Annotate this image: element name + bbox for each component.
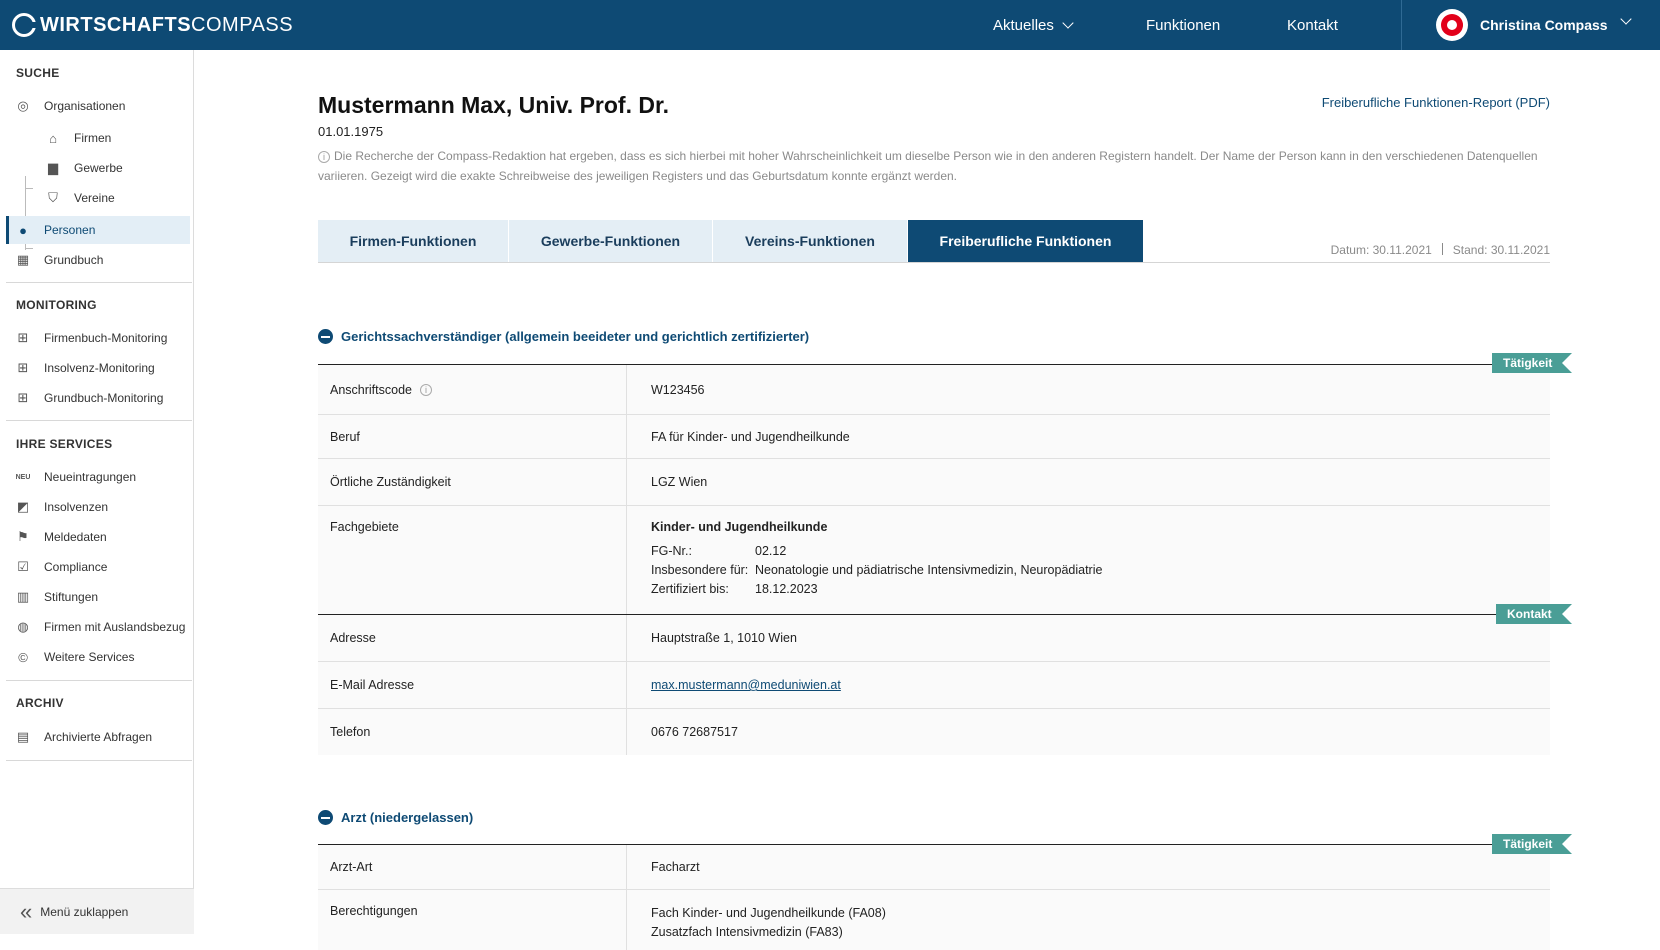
flag-icon: ⚑ bbox=[17, 529, 29, 544]
compass-logo-icon bbox=[12, 13, 37, 37]
collapse-menu-button[interactable]: «Menü zuklappen bbox=[0, 888, 194, 934]
sidebar-item-insolvenzen[interactable]: ◩ Insolvenzen bbox=[6, 493, 190, 521]
info-icon: i bbox=[318, 151, 330, 163]
chart-plus-icon: ⊞ bbox=[17, 360, 29, 375]
user-name: Christina Compass bbox=[1480, 17, 1608, 33]
sidebar-item-firmenbuch-monitoring[interactable]: ⊞ Firmenbuch-Monitoring bbox=[6, 324, 190, 352]
sidebar-item-organisationen[interactable]: ◎ Organisationen bbox=[6, 92, 190, 120]
logo-text: WIRTSCHAFTSCOMPASS bbox=[40, 13, 294, 36]
sidebar-item-compliance[interactable]: ☑ Compliance bbox=[6, 553, 190, 581]
nav-aktuelles[interactable]: Aktuelles bbox=[993, 0, 1074, 50]
building-icon: ▦ bbox=[16, 252, 30, 267]
date-info: Datum: 30.11.2021 Stand: 30.11.2021 bbox=[1330, 243, 1550, 257]
top-bar: WIRTSCHAFTSCOMPASS Aktuelles Funktionen … bbox=[0, 0, 1660, 50]
tab-vereins-funktionen[interactable]: Vereins-Funktionen bbox=[713, 220, 908, 262]
gerichtssachverstaendiger-table: Anschriftscode i W123456 Beruf FA für Kin… bbox=[318, 364, 1550, 755]
table-row: E-Mail Adresse max.mustermann@meduniwien… bbox=[318, 662, 1550, 709]
table-row: Berechtigungen Fach Kinder- und Jugendhe… bbox=[318, 890, 1550, 950]
sidebar-item-insolvenz-monitoring[interactable]: ⊞ Insolvenz-Monitoring bbox=[6, 354, 190, 382]
sidebar-heading-suche: SUCHE bbox=[16, 66, 60, 80]
briefcase-icon: ▆ bbox=[48, 160, 58, 175]
table-row: Fachgebiete Kinder- und Jugendheilkunde … bbox=[318, 506, 1550, 614]
building-plus-icon: ⊞ bbox=[17, 390, 29, 405]
institution-icon: ▥ bbox=[16, 589, 30, 604]
collapse-minus-icon bbox=[318, 810, 333, 825]
sidebar-divider bbox=[6, 282, 192, 283]
user-avatar bbox=[1436, 9, 1468, 41]
sidebar-item-vereine[interactable]: ⛉ Vereine bbox=[6, 184, 190, 212]
user-menu[interactable]: Christina Compass bbox=[1401, 0, 1660, 50]
factory-icon: ⌂ bbox=[49, 130, 57, 146]
globe-icon: ◍ bbox=[17, 619, 29, 634]
chevron-down-icon bbox=[1620, 13, 1632, 25]
ribbon-taetigkeit: Tätigkeit bbox=[1491, 834, 1573, 854]
sidebar-heading-monitoring: MONITORING bbox=[16, 298, 97, 312]
compass-icon: ◎ bbox=[17, 98, 29, 113]
sidebar-divider bbox=[6, 420, 192, 421]
info-icon[interactable]: i bbox=[419, 383, 432, 396]
compass-c-icon: © bbox=[18, 649, 28, 665]
page-title: Mustermann Max, Univ. Prof. Dr. bbox=[318, 92, 670, 118]
fachgebiete-details: Kinder- und Jugendheilkunde FG-Nr.: 02.12… bbox=[651, 520, 1103, 596]
tab-underline bbox=[318, 262, 1550, 263]
person-icon: ● bbox=[19, 222, 27, 238]
sidebar-item-archivierte-abfragen[interactable]: ▤ Archivierte Abfragen bbox=[6, 723, 190, 751]
section-gerichtssachverstaendiger-toggle[interactable]: Gerichtssachverständiger (allgemein beei… bbox=[318, 329, 809, 344]
new-badge-icon: NEU bbox=[15, 473, 31, 481]
sidebar: SUCHE ◎ Organisationen ⌂ Firmen ▆ Gewerbe ⛉… bbox=[0, 50, 194, 934]
chevron-down-icon bbox=[1062, 17, 1074, 29]
sidebar-item-stiftungen[interactable]: ▥ Stiftungen bbox=[6, 583, 190, 611]
table-row: Telefon 0676 72687517 bbox=[318, 709, 1550, 755]
table-row: Örtliche Zuständigkeit LGZ Wien bbox=[318, 459, 1550, 506]
sidebar-item-personen[interactable]: ● Personen bbox=[6, 216, 190, 244]
chart-down-icon: ◩ bbox=[16, 499, 30, 514]
info-note: i Die Recherche der Compass-Redaktion hat… bbox=[318, 149, 1538, 183]
table-row: Adresse Hauptstraße 1, 1010 Wien bbox=[318, 614, 1550, 662]
email-link[interactable]: max.mustermann@meduniwien.at bbox=[651, 678, 841, 692]
archive-box-icon: ▤ bbox=[16, 729, 30, 744]
sidebar-item-neueintragungen[interactable]: NEU Neueintragungen bbox=[6, 463, 190, 491]
sidebar-item-grundbuch[interactable]: ▦ Grundbuch bbox=[6, 246, 190, 274]
sidebar-divider bbox=[6, 760, 192, 761]
divider bbox=[1441, 243, 1443, 255]
table-row: Beruf FA für Kinder- und Jugendheilkunde bbox=[318, 415, 1550, 459]
pdf-report-link[interactable]: Freiberufliche Funktionen-Report (PDF) bbox=[1322, 95, 1550, 110]
nav-funktionen[interactable]: Funktionen bbox=[1146, 0, 1220, 50]
section-arzt-toggle[interactable]: Arzt (niedergelassen) bbox=[318, 810, 473, 825]
sidebar-divider bbox=[6, 680, 192, 681]
ribbon-taetigkeit: Tätigkeit bbox=[1491, 353, 1573, 373]
double-chevron-left-icon: « bbox=[20, 898, 33, 924]
collapse-minus-icon bbox=[318, 329, 333, 344]
sidebar-item-auslandsbezug[interactable]: ◍ Firmen mit Auslandsbezug bbox=[6, 613, 190, 641]
arzt-table: Arzt-Art Facharzt Berechtigungen Fach Ki… bbox=[318, 844, 1550, 950]
sidebar-item-meldedaten[interactable]: ⚑ Meldedaten bbox=[6, 523, 190, 551]
tab-gewerbe-funktionen[interactable]: Gewerbe-Funktionen bbox=[509, 220, 713, 262]
sidebar-item-grundbuch-monitoring[interactable]: ⊞ Grundbuch-Monitoring bbox=[6, 384, 190, 412]
tab-firmen-funktionen[interactable]: Firmen-Funktionen bbox=[318, 220, 509, 262]
nav-kontakt[interactable]: Kontakt bbox=[1287, 0, 1338, 50]
shield-icon: ⛉ bbox=[48, 190, 58, 205]
sidebar-heading-archiv: ARCHIV bbox=[16, 696, 64, 710]
tab-bar: Firmen-Funktionen Gewerbe-Funktionen Ver… bbox=[318, 220, 1144, 262]
sidebar-item-gewerbe[interactable]: ▆ Gewerbe bbox=[6, 154, 190, 182]
sidebar-item-weitere-services[interactable]: © Weitere Services bbox=[6, 643, 190, 671]
wirtschaftscompass-logo[interactable]: WIRTSCHAFTSCOMPASS bbox=[12, 12, 293, 38]
table-row: Arzt-Art Facharzt bbox=[318, 845, 1550, 890]
ribbon-kontakt: Kontakt bbox=[1496, 604, 1572, 624]
table-row: Anschriftscode i W123456 bbox=[318, 365, 1550, 415]
tab-freiberufliche-funktionen[interactable]: Freiberufliche Funktionen bbox=[908, 220, 1144, 262]
sidebar-item-firmen[interactable]: ⌂ Firmen bbox=[6, 124, 190, 152]
birth-date: 01.01.1975 bbox=[318, 124, 384, 139]
factory-plus-icon: ⊞ bbox=[17, 330, 29, 345]
checkbox-icon: ☑ bbox=[17, 559, 29, 574]
sidebar-heading-services: IHRE SERVICES bbox=[16, 437, 113, 451]
